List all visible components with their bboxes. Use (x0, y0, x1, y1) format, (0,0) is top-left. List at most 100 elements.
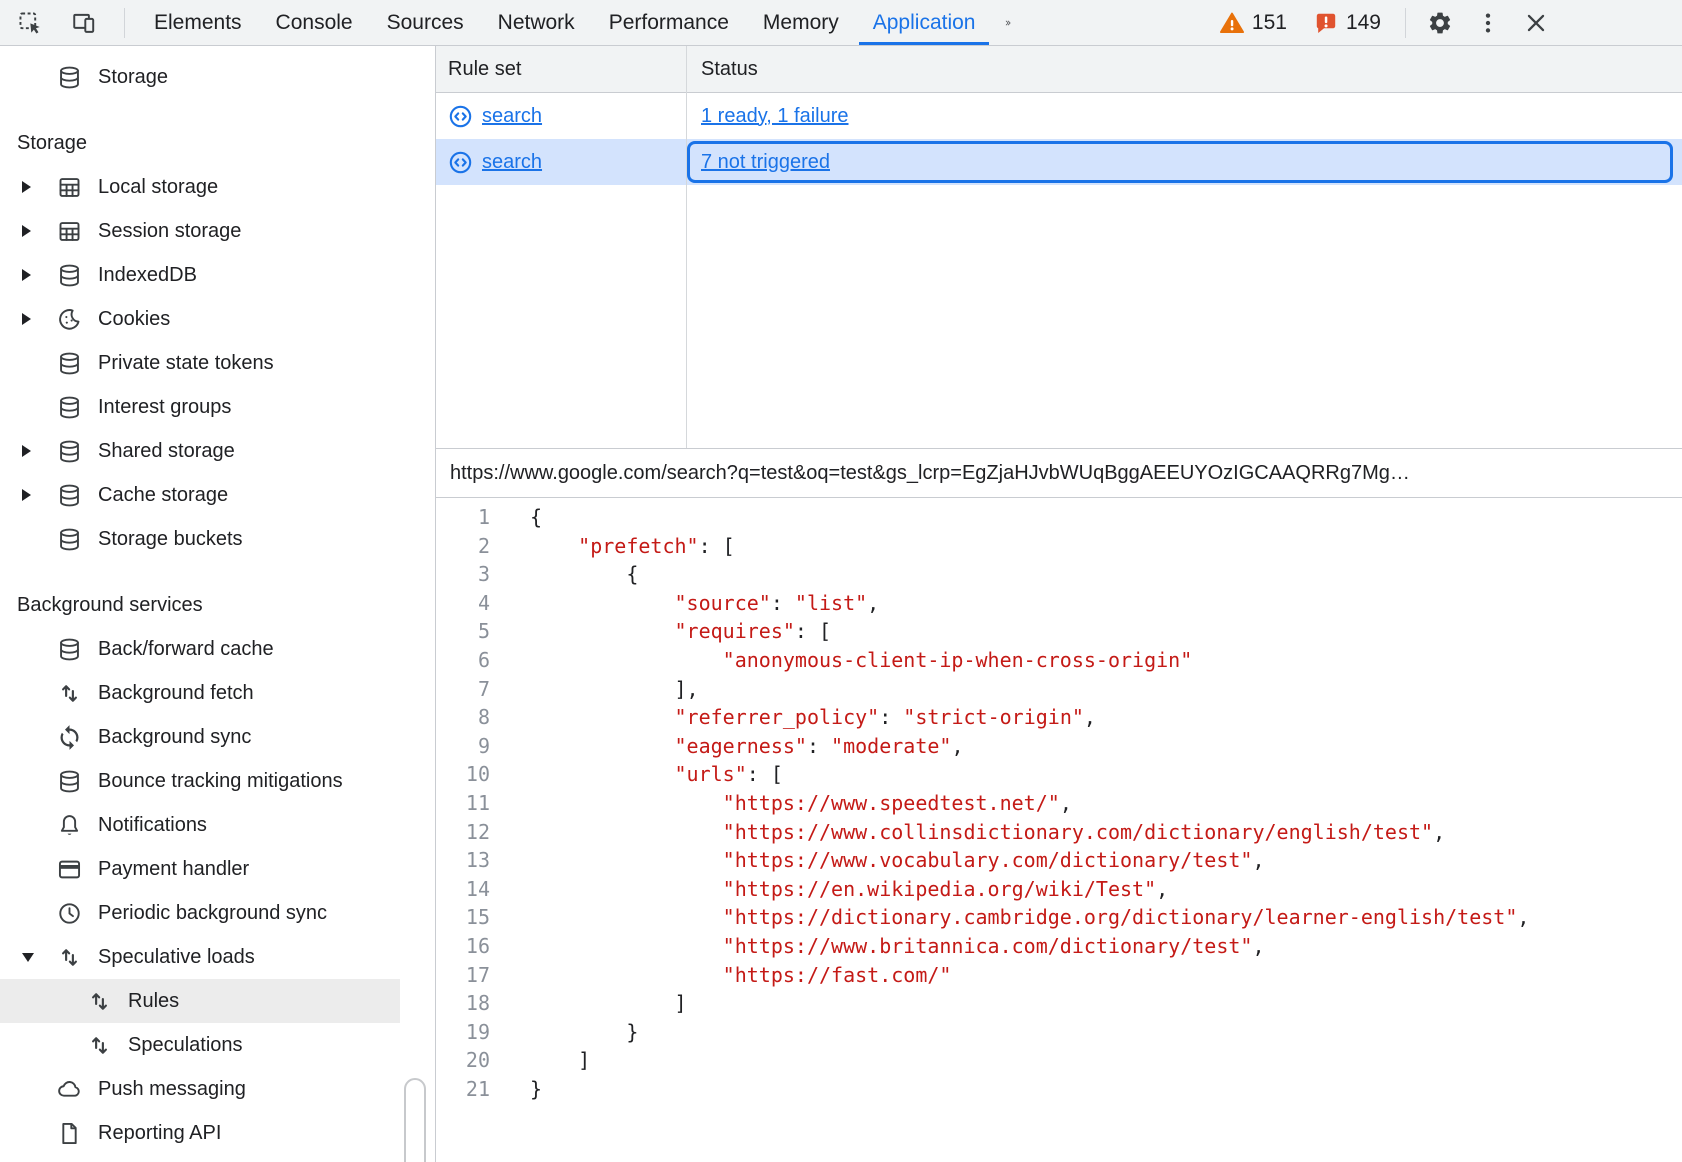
sidebar-item-background-sync[interactable]: Background sync (0, 715, 400, 759)
tab-application[interactable]: Application (856, 0, 993, 45)
ruleset-row[interactable]: search 7 not triggered (436, 139, 1682, 185)
status-link[interactable]: 1 ready, 1 failure (701, 105, 849, 128)
code-text: "https://www.collinsdictionary.com/dicti… (490, 818, 1445, 847)
sidebar-item-interest-groups[interactable]: Interest groups (0, 385, 400, 429)
sidebar-item-push-messaging[interactable]: Push messaging (0, 1067, 400, 1111)
code-line: 3 { (436, 560, 1682, 589)
sidebar-item-label: Storage buckets (98, 528, 243, 551)
warnings-counter[interactable]: 151 (1219, 10, 1287, 36)
sidebar-item-session-storage[interactable]: Session storage (0, 209, 400, 253)
sidebar-item-payment-handler[interactable]: Payment handler (0, 847, 400, 891)
tab-performance[interactable]: Performance (592, 0, 746, 45)
line-number: 16 (436, 932, 490, 961)
chevron-collapsed-icon[interactable] (14, 445, 56, 457)
ruleset-link[interactable]: search (448, 150, 542, 175)
line-number: 10 (436, 760, 490, 789)
updown-icon (56, 944, 83, 971)
updown-icon (86, 1032, 113, 1059)
chevron-expanded-icon[interactable] (14, 953, 56, 962)
column-header-status[interactable]: Status (687, 58, 758, 81)
tab-elements[interactable]: Elements (137, 0, 259, 45)
sidebar-item-label: Reporting API (98, 1122, 221, 1145)
code-text: "https://www.vocabulary.com/dictionary/t… (490, 846, 1265, 875)
sidebar-item-indexeddb[interactable]: IndexedDB (0, 253, 400, 297)
line-number: 12 (436, 818, 490, 847)
line-number: 6 (436, 646, 490, 675)
sidebar-item-cookies[interactable]: Cookies (0, 297, 400, 341)
sidebar-item-private-state-tokens[interactable]: Private state tokens (0, 341, 400, 385)
sidebar-item-label: Push messaging (98, 1078, 246, 1101)
database-icon (56, 262, 83, 289)
device-toolbar-icon[interactable] (70, 9, 98, 37)
status-link[interactable]: 7 not triggered (701, 151, 830, 174)
ruleset-link[interactable]: search (448, 104, 542, 129)
sidebar-item-periodic-background-sync[interactable]: Periodic background sync (0, 891, 400, 935)
code-text: "anonymous-client-ip-when-cross-origin" (490, 646, 1192, 675)
ruleset-row[interactable]: search 1 ready, 1 failure (436, 93, 1682, 139)
rule-set-source-code[interactable]: 1{2 "prefetch": [3 {4 "source": "list",5… (436, 498, 1682, 1162)
sidebar-item-reporting-api[interactable]: Reporting API (0, 1111, 400, 1155)
warning-icon (1219, 10, 1245, 36)
sidebar-item-label: Payment handler (98, 858, 249, 881)
table-icon (56, 218, 83, 245)
sidebar-item-label: Private state tokens (98, 352, 274, 375)
column-header-rule-set[interactable]: Rule set (436, 58, 687, 81)
sidebar-item-label: Rules (128, 990, 179, 1013)
table-icon (56, 174, 83, 201)
sidebar-item-bounce-tracking-mitigations[interactable]: Bounce tracking mitigations (0, 759, 400, 803)
tab-network[interactable]: Network (481, 0, 592, 45)
sidebar-item-rules[interactable]: Rules (0, 979, 400, 1023)
sidebar-item-storage[interactable]: Storage (0, 55, 400, 99)
code-text: "https://www.speedtest.net/", (490, 789, 1072, 818)
sidebar-scrollbar-thumb[interactable] (404, 1078, 426, 1162)
devtools-window: ElementsConsoleSourcesNetworkPerformance… (0, 0, 1682, 1162)
bell-icon (56, 812, 83, 839)
sidebar-item-shared-storage[interactable]: Shared storage (0, 429, 400, 473)
close-icon[interactable] (1522, 9, 1550, 37)
sidebar-item-cache-storage[interactable]: Cache storage (0, 473, 400, 517)
code-text: ] (490, 1046, 590, 1075)
sidebar-item-local-storage[interactable]: Local storage (0, 165, 400, 209)
more-menu-icon[interactable] (1474, 9, 1502, 37)
code-text: { (490, 560, 638, 589)
application-sidebar: StorageStorageLocal storageSession stora… (0, 46, 436, 1162)
updown-icon (56, 680, 83, 707)
code-line: 9 "eagerness": "moderate", (436, 732, 1682, 761)
line-number: 9 (436, 732, 490, 761)
code-line: 18 ] (436, 989, 1682, 1018)
sync-icon (56, 724, 83, 751)
sidebar-item-storage-buckets[interactable]: Storage buckets (0, 517, 400, 561)
sidebar-item-notifications[interactable]: Notifications (0, 803, 400, 847)
more-tabs-icon[interactable] (994, 9, 1022, 37)
line-number: 2 (436, 532, 490, 561)
tab-console[interactable]: Console (259, 0, 370, 45)
inspect-icon[interactable] (16, 9, 44, 37)
database-icon (56, 636, 83, 663)
chevron-collapsed-icon[interactable] (14, 313, 56, 325)
code-line: 21} (436, 1075, 1682, 1104)
sidebar-item-label: IndexedDB (98, 264, 197, 287)
sidebar-item-background-fetch[interactable]: Background fetch (0, 671, 400, 715)
sidebar-item-back-forward-cache[interactable]: Back/forward cache (0, 627, 400, 671)
sidebar-item-speculative-loads[interactable]: Speculative loads (0, 935, 400, 979)
line-number: 17 (436, 961, 490, 990)
tab-sources[interactable]: Sources (370, 0, 481, 45)
chevron-collapsed-icon[interactable] (14, 489, 56, 501)
warning-count: 151 (1252, 11, 1287, 35)
sidebar-item-label: Interest groups (98, 396, 231, 419)
page-icon (56, 1120, 83, 1147)
chevron-collapsed-icon[interactable] (14, 269, 56, 281)
ruleset-label: search (482, 151, 542, 174)
issues-counter[interactable]: 149 (1313, 10, 1381, 36)
sidebar-item-label: Background sync (98, 726, 251, 749)
settings-gear-icon[interactable] (1426, 9, 1454, 37)
sidebar-item-label: Local storage (98, 176, 218, 199)
grid-rows: search 1 ready, 1 failure search 7 not trig… (436, 93, 1682, 185)
chevron-collapsed-icon[interactable] (14, 225, 56, 237)
chevron-collapsed-icon[interactable] (14, 181, 56, 193)
speculative-loads-panel: Rule set Status search 1 ready, 1 failure… (436, 46, 1682, 1162)
code-line: 17 "https://fast.com/" (436, 961, 1682, 990)
sidebar-item-speculations[interactable]: Speculations (0, 1023, 400, 1067)
tab-memory[interactable]: Memory (746, 0, 856, 45)
column-divider[interactable] (686, 46, 687, 448)
